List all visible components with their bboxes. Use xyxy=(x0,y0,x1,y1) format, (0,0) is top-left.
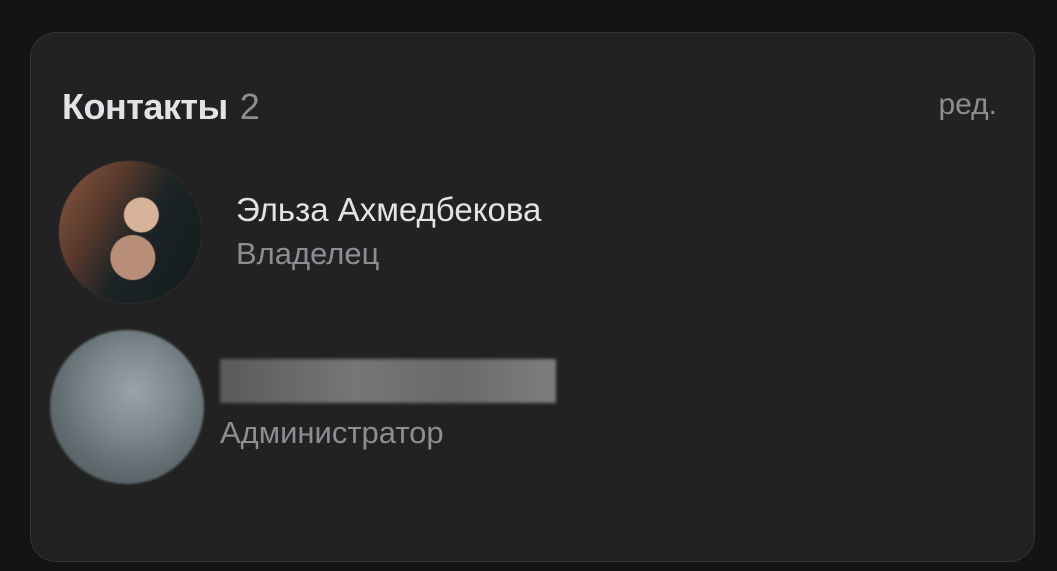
contact-item[interactable]: Эльза Ахмедбекова Владелец xyxy=(58,160,541,304)
contact-role: Владелец xyxy=(236,236,380,271)
contact-info: Администратор xyxy=(220,359,556,455)
contact-name[interactable]: Эльза Ахмедбекова xyxy=(236,188,541,232)
contact-info: Эльза Ахмедбекова Владелец xyxy=(236,188,541,276)
contact-item[interactable]: Администратор xyxy=(50,330,556,484)
contact-role: Администратор xyxy=(220,415,444,450)
contacts-count: 2 xyxy=(239,86,260,127)
contact-name-redacted[interactable] xyxy=(220,359,556,403)
edit-contacts-link[interactable]: ред. xyxy=(938,88,997,122)
avatar[interactable] xyxy=(58,160,202,304)
contacts-header: Контакты 2 xyxy=(62,86,260,128)
avatar[interactable] xyxy=(50,330,204,484)
contacts-title[interactable]: Контакты xyxy=(62,86,228,128)
